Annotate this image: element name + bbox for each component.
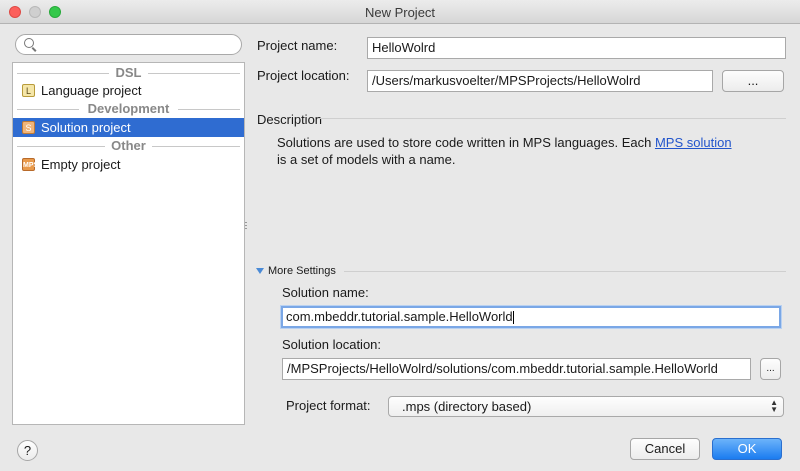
project-name-label: Project name: <box>257 38 338 53</box>
solution-name-field[interactable]: com.mbeddr.tutorial.sample.HelloWorld <box>281 306 781 328</box>
search-icon <box>24 38 34 48</box>
description-divider <box>318 118 786 119</box>
splitter-handle[interactable] <box>244 220 248 234</box>
project-location-field[interactable]: /Users/markusvoelter/MPSProjects/HelloWo… <box>367 70 713 92</box>
project-format-select[interactable]: .mps (directory based) ▲ ▼ <box>388 396 784 417</box>
solution-location-label: Solution location: <box>282 337 382 352</box>
tree-item-label: Language project <box>41 83 142 98</box>
more-settings-toggle[interactable]: More Settings <box>256 265 336 277</box>
group-header-development: Development <box>13 100 244 118</box>
window-title: New Project <box>364 5 436 20</box>
help-button[interactable]: ? <box>17 440 38 461</box>
description-text: Solutions are used to store code written… <box>277 135 732 167</box>
disclosure-triangle-icon <box>256 268 264 275</box>
tree-item-label: Solution project <box>41 120 131 135</box>
solution-project-icon: S <box>22 121 35 134</box>
solution-location-field[interactable]: /MPSProjects/HelloWolrd/solutions/com.mb… <box>282 358 751 380</box>
select-arrows-icon: ▲ ▼ <box>770 398 778 414</box>
group-header-other: Other <box>13 137 244 155</box>
project-name-field[interactable]: HelloWolrd <box>367 37 786 59</box>
group-header-dsl: DSL <box>13 64 244 82</box>
language-project-icon: L <box>22 84 35 97</box>
project-type-list[interactable]: DSL L Language project Development S Sol… <box>12 62 245 425</box>
project-format-label: Project format: <box>286 398 371 413</box>
mps-solution-link[interactable]: MPS solution <box>655 135 732 150</box>
ok-button[interactable]: OK <box>712 438 782 460</box>
search-input[interactable] <box>38 36 233 53</box>
tree-item-label: Empty project <box>41 157 121 172</box>
browse-project-location-button[interactable]: ... <box>722 70 784 92</box>
cancel-button[interactable]: Cancel <box>630 438 700 460</box>
more-settings-divider <box>344 271 786 272</box>
tree-item-solution-project[interactable]: S Solution project <box>13 118 244 137</box>
tree-item-empty-project[interactable]: MPS Empty project <box>13 155 244 174</box>
description-title: Description <box>257 112 323 127</box>
tree-item-language-project[interactable]: L Language project <box>13 81 244 100</box>
project-location-label: Project location: <box>257 68 350 83</box>
title-bar: New Project <box>0 0 800 24</box>
search-field[interactable] <box>15 34 242 55</box>
text-caret <box>512 311 514 325</box>
solution-name-label: Solution name: <box>282 285 369 300</box>
mps-icon: MPS <box>22 158 38 171</box>
browse-solution-location-button[interactable]: ... <box>760 358 781 380</box>
